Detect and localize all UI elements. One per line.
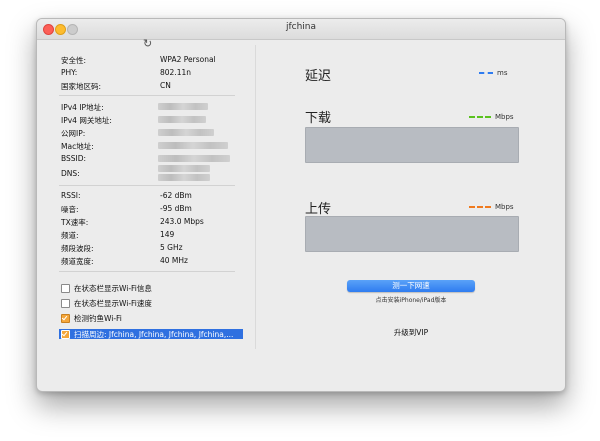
latency-title: 延迟 [305, 69, 332, 84]
divider [59, 271, 235, 272]
channel-label: 频道: [61, 231, 79, 240]
channel-width-value: 40 MHz [160, 256, 188, 265]
latency-legend: ms [479, 69, 507, 77]
security-label: 安全性: [61, 56, 87, 65]
show-wifi-speed-option[interactable]: 在状态栏显示Wi-Fi速度 [61, 298, 152, 309]
download-unit: Mbps [495, 113, 514, 121]
rssi-value: -62 dBm [160, 191, 192, 200]
bssid-value-redacted [158, 155, 230, 162]
latency-legend-dash [479, 72, 493, 74]
scan-nearby-label: 扫描周边: Jfchina, Jfchina, Jfchina, Jfchina… [74, 329, 234, 339]
window-title: jfchina [285, 22, 317, 32]
country-value: CN [160, 81, 171, 90]
mac-value-redacted [158, 142, 228, 149]
detect-phishing-checkbox[interactable] [61, 314, 70, 323]
dns-label: DNS: [61, 169, 80, 178]
show-wifi-info-option[interactable]: 在状态栏显示Wi-Fi信息 [61, 283, 152, 294]
upload-title: 上传 [305, 202, 332, 217]
install-ios-link[interactable]: 点击安装iPhone/iPad版本 [305, 295, 517, 304]
phy-label: PHY: [61, 68, 78, 77]
upload-legend-dash [469, 206, 491, 208]
tx-rate-value: 243.0 Mbps [160, 217, 204, 226]
refresh-icon[interactable]: ↻ [143, 37, 152, 50]
divider [59, 185, 235, 186]
download-graph [305, 127, 519, 163]
noise-value: -95 dBm [160, 204, 192, 213]
download-legend: Mbps [469, 113, 514, 121]
latency-unit: ms [497, 69, 508, 77]
rssi-label: RSSI: [61, 191, 81, 200]
scan-nearby-checkbox[interactable] [61, 329, 70, 339]
channel-width-label: 频道宽度: [61, 257, 94, 266]
bssid-label: BSSID: [61, 154, 87, 163]
dns-value-redacted-1 [158, 165, 210, 172]
detect-phishing-option[interactable]: 检测钓鱼Wi-Fi [61, 313, 122, 324]
country-label: 国家地区码: [61, 82, 102, 91]
tx-rate-label: TX速率: [61, 218, 89, 227]
security-value: WPA2 Personal [160, 55, 216, 64]
upload-graph [305, 216, 519, 252]
upgrade-vip-link[interactable]: 升级到VIP [305, 327, 517, 338]
show-wifi-speed-label: 在状态栏显示Wi-Fi速度 [74, 299, 152, 308]
phy-value: 802.11n [160, 68, 191, 77]
gateway-value-redacted [158, 116, 206, 123]
divider [59, 95, 235, 96]
gateway-label: IPv4 网关地址: [61, 116, 112, 125]
panel-divider [255, 45, 256, 349]
show-wifi-speed-checkbox[interactable] [61, 299, 70, 308]
scan-nearby-option[interactable]: 扫描周边: Jfchina, Jfchina, Jfchina, Jfchina… [59, 329, 243, 339]
download-title: 下载 [305, 111, 332, 126]
app-window: jfchina ↻ 安全性: WPA2 Personal PHY: 802.11… [36, 18, 566, 392]
band-label: 频段波段: [61, 244, 94, 253]
upload-unit: Mbps [495, 203, 514, 211]
channel-value: 149 [160, 230, 175, 239]
mac-label: Mac地址: [61, 142, 94, 151]
speed-test-button[interactable]: 测一下网速 [347, 280, 475, 292]
show-wifi-info-checkbox[interactable] [61, 284, 70, 293]
public-ip-label: 公网IP: [61, 129, 86, 138]
ipv4-value-redacted [158, 103, 208, 110]
band-value: 5 GHz [160, 243, 183, 252]
detect-phishing-label: 检测钓鱼Wi-Fi [74, 314, 122, 323]
noise-label: 噪音: [61, 205, 79, 214]
title-bar: jfchina [37, 19, 565, 40]
download-legend-dash [469, 116, 491, 118]
dns-value-redacted-2 [158, 174, 210, 181]
public-ip-value-redacted [158, 129, 214, 136]
show-wifi-info-label: 在状态栏显示Wi-Fi信息 [74, 284, 152, 293]
upload-legend: Mbps [469, 203, 514, 211]
ipv4-label: IPv4 IP地址: [61, 103, 104, 112]
